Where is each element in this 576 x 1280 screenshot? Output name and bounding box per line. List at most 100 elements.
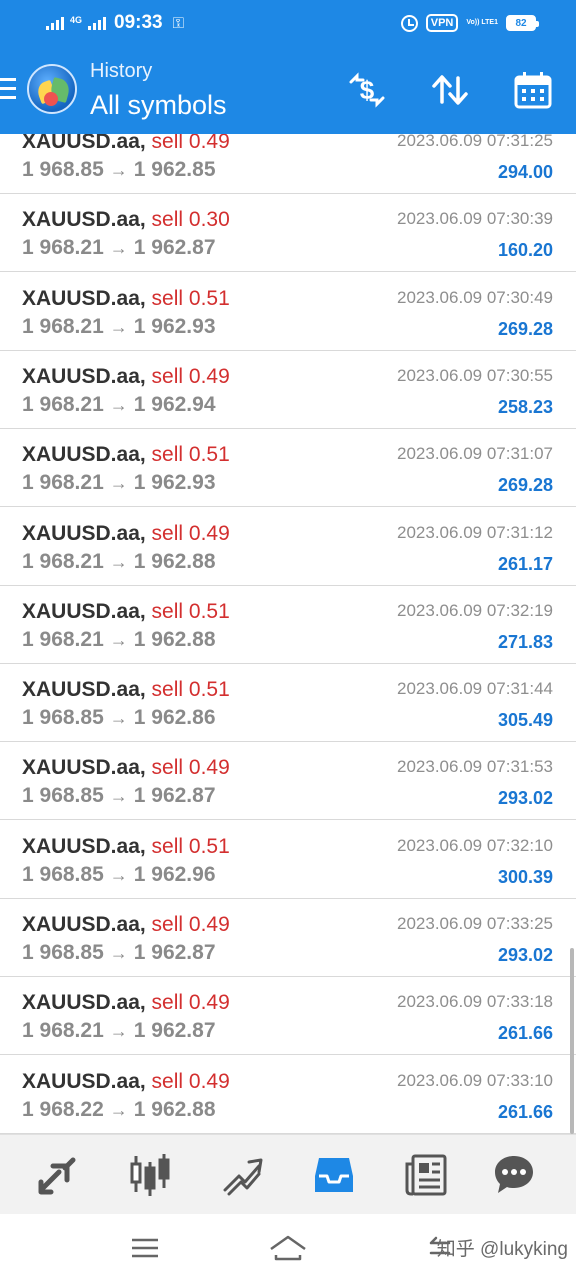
trade-side: sell	[151, 756, 184, 780]
close-price: 1 962.85	[133, 158, 216, 181]
signal-icon-2	[88, 16, 107, 30]
trade-side: sell	[151, 134, 184, 153]
trade-side: sell	[151, 521, 184, 545]
trade-history-list[interactable]: XAUUSD.aa, sell 0.49 1 968.85 → 1 962.85 202…	[0, 134, 576, 1134]
symbol-name: XAUUSD.aa	[22, 834, 140, 858]
sort-icon[interactable]	[428, 68, 472, 112]
quotes-arrows-icon[interactable]	[32, 1149, 84, 1201]
trade-prices: 1 968.21 → 1 962.87	[22, 236, 216, 260]
open-price: 1 968.21	[22, 549, 104, 573]
open-price: 1 968.21	[22, 627, 104, 651]
trade-row[interactable]: XAUUSD.aa, sell 0.49 1 968.85 → 1 962.85 202…	[0, 134, 576, 194]
trade-prices: 1 968.85 → 1 962.87	[22, 941, 216, 965]
news-icon[interactable]	[400, 1149, 452, 1201]
open-price: 1 968.21	[22, 314, 104, 338]
trade-row[interactable]: XAUUSD.aa, sell 0.51 1 968.85 → 1 962.96 202…	[0, 821, 576, 899]
trade-symbol: XAUUSD.aa, sell 0.30	[22, 208, 230, 232]
signal-icon	[46, 16, 64, 30]
trade-profit: 271.83	[497, 631, 553, 652]
symbol-name: XAUUSD.aa	[22, 1069, 140, 1093]
trade-volume: 0.49	[188, 1069, 230, 1093]
trade-side: sell	[151, 913, 184, 936]
trade-side: sell	[151, 443, 184, 467]
status-right: VPN Vo)) LTE1 82	[400, 10, 539, 36]
close-price: 1 962.87	[133, 236, 216, 260]
symbol-name: XAUUSD.aa	[22, 208, 140, 232]
trade-time: 2023.06.09 07:33:10	[397, 1070, 553, 1090]
trade-time: 2023.06.09 07:32:10	[397, 835, 553, 855]
symbol-name: XAUUSD.aa	[22, 286, 140, 310]
trade-symbol: XAUUSD.aa, sell 0.51	[22, 834, 230, 858]
menu-icon[interactable]	[0, 78, 18, 100]
trade-prices: 1 968.85 → 1 962.96	[22, 863, 216, 887]
symbol-name: XAUUSD.aa	[22, 134, 140, 153]
status-bar: 4G 09:33 ⚿ VPN Vo)) LTE1 82	[0, 0, 576, 46]
trade-profit: 269.28	[497, 318, 553, 339]
trade-volume: 0.49	[188, 521, 230, 545]
arrow-right-icon: →	[109, 943, 128, 963]
inbox-history-icon[interactable]	[308, 1149, 360, 1201]
trade-prices: 1 968.21 → 1 962.88	[22, 550, 216, 574]
trade-volume: 0.51	[188, 678, 230, 702]
recent-apps-icon[interactable]	[125, 1228, 165, 1268]
close-price: 1 962.88	[133, 549, 216, 573]
symbol-name: XAUUSD.aa	[22, 599, 140, 623]
trade-volume: 0.49	[188, 913, 230, 936]
arrow-right-icon: →	[109, 238, 128, 259]
trade-prices: 1 968.85 → 1 962.87	[22, 784, 216, 808]
trade-row[interactable]: XAUUSD.aa, sell 0.49 1 968.21 → 1 962.94 202…	[0, 351, 576, 429]
calendar-icon[interactable]	[511, 68, 555, 112]
symbol-name: XAUUSD.aa	[22, 678, 140, 702]
trade-symbol: XAUUSD.aa, sell 0.49	[22, 521, 230, 545]
trade-profit: 261.66	[497, 1023, 553, 1044]
trade-row[interactable]: XAUUSD.aa, sell 0.49 1 968.21 → 1 962.88 202…	[0, 508, 576, 586]
trade-time: 2023.06.09 07:30:55	[397, 365, 553, 385]
trade-symbol: XAUUSD.aa, sell 0.49	[22, 913, 230, 936]
trade-row[interactable]: XAUUSD.aa, sell 0.49 1 968.85 → 1 962.87 202…	[0, 742, 576, 821]
page-title[interactable]: All symbols	[90, 90, 227, 121]
chat-bubble-icon[interactable]	[488, 1149, 540, 1201]
open-price: 1 968.85	[22, 706, 104, 730]
bottom-nav	[0, 1134, 576, 1214]
currency-exchange-icon[interactable]: $	[345, 68, 389, 112]
key-icon: ⚿	[172, 14, 185, 32]
trade-row[interactable]: XAUUSD.aa, sell 0.49 1 968.22 → 1 962.88 202…	[0, 1056, 576, 1134]
arrow-right-icon: →	[109, 1021, 128, 1042]
vpn-badge: VPN	[425, 14, 459, 32]
trade-row[interactable]: XAUUSD.aa, sell 0.51 1 968.85 → 1 962.86 202…	[0, 664, 576, 743]
trade-profit: 261.66	[497, 1101, 553, 1122]
arrow-right-icon: →	[109, 864, 128, 885]
trade-row[interactable]: XAUUSD.aa, sell 0.51 1 968.21 → 1 962.93 202…	[0, 273, 576, 351]
arrow-right-icon: →	[109, 473, 128, 494]
scrollbar[interactable]	[570, 948, 574, 1134]
trade-row[interactable]: XAUUSD.aa, sell 0.49 1 968.21 → 1 962.87 202…	[0, 977, 576, 1056]
trade-row[interactable]: XAUUSD.aa, sell 0.30 1 968.21 → 1 962.87 202…	[0, 194, 576, 273]
home-icon[interactable]	[268, 1228, 308, 1268]
open-price: 1 968.85	[22, 862, 104, 886]
trade-symbol: XAUUSD.aa, sell 0.51	[22, 678, 230, 702]
candlestick-chart-icon[interactable]	[124, 1149, 176, 1201]
arrow-right-icon: →	[109, 786, 128, 807]
symbol-name: XAUUSD.aa	[22, 521, 140, 545]
trade-profit: 300.39	[497, 866, 553, 887]
trade-row[interactable]: XAUUSD.aa, sell 0.49 1 968.85 → 1 962.87 202…	[0, 899, 576, 977]
trade-profit: 261.17	[497, 553, 553, 574]
trade-symbol: XAUUSD.aa, sell 0.51	[22, 443, 230, 467]
trade-time: 2023.06.09 07:31:25	[397, 134, 553, 150]
close-price: 1 962.93	[133, 314, 216, 338]
trade-side: sell	[151, 1069, 184, 1093]
trade-prices: 1 968.21 → 1 962.94	[22, 393, 216, 417]
trade-prices: 1 968.21 → 1 962.93	[22, 315, 216, 339]
trade-row[interactable]: XAUUSD.aa, sell 0.51 1 968.21 → 1 962.88 202…	[0, 586, 576, 664]
trade-prices: 1 968.22 → 1 962.88	[22, 1098, 216, 1122]
trade-row[interactable]: XAUUSD.aa, sell 0.51 1 968.21 → 1 962.93 202…	[0, 429, 576, 508]
trade-profit: 293.02	[497, 945, 553, 965]
close-price: 1 962.96	[133, 862, 216, 886]
arrow-right-icon: →	[109, 160, 128, 180]
trade-profit: 293.02	[497, 788, 553, 809]
trade-symbol: XAUUSD.aa, sell 0.49	[22, 364, 230, 388]
volte-badge: Vo)) LTE1	[466, 19, 498, 26]
trade-profit: 269.28	[497, 475, 553, 496]
trade-trend-icon[interactable]	[216, 1149, 268, 1201]
trade-side: sell	[151, 208, 184, 232]
